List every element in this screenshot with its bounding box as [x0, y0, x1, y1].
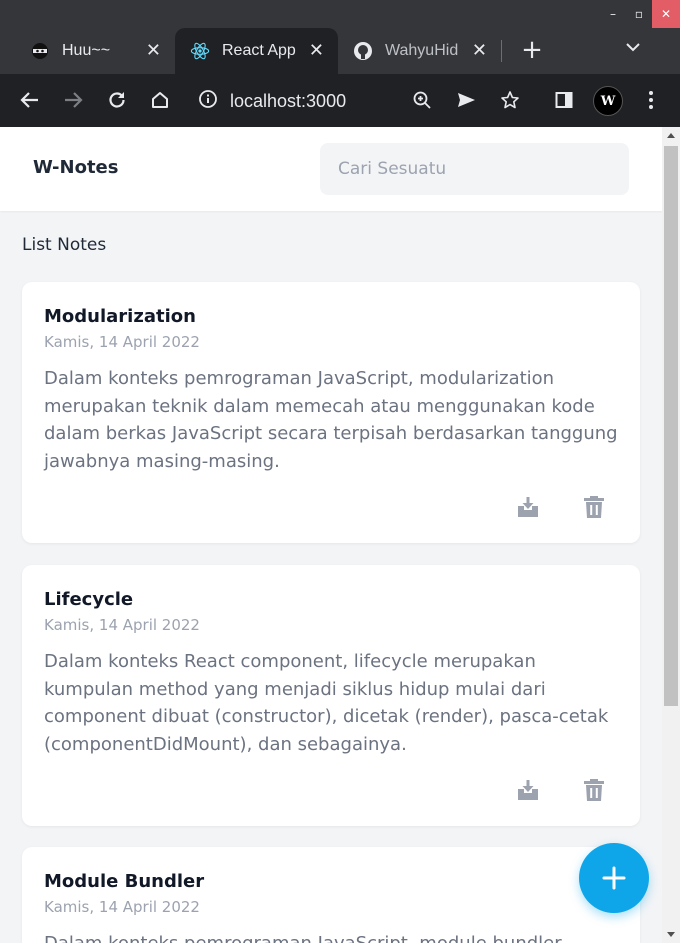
plus-icon	[602, 866, 626, 890]
send-icon[interactable]	[454, 88, 478, 112]
browser-titlebar: – ▫ ✕ Huu~~ ✕ React App ✕ WahyuHid ✕ + l…	[0, 0, 680, 127]
react-icon	[190, 41, 210, 61]
scroll-down-icon[interactable]	[667, 932, 675, 937]
note-card: Modularization Kamis, 14 April 2022 Dala…	[22, 282, 640, 543]
window-close-button[interactable]: ✕	[652, 0, 680, 28]
tab-close-icon[interactable]: ✕	[472, 40, 487, 61]
tab-title: Huu~~	[62, 42, 111, 59]
zoom-icon[interactable]	[410, 88, 434, 112]
home-icon[interactable]	[148, 88, 172, 112]
trash-icon[interactable]	[582, 778, 606, 802]
window-controls: – ▫ ✕	[600, 0, 680, 28]
tab-github[interactable]: WahyuHid ✕	[353, 28, 501, 74]
note-date: Kamis, 14 April 2022	[44, 898, 200, 916]
ninja-icon	[30, 41, 50, 61]
note-actions	[516, 495, 606, 519]
tab-strip: Huu~~ ✕ React App ✕ WahyuHid ✕ +	[0, 28, 680, 74]
note-card: Module Bundler Kamis, 14 April 2022 Dala…	[22, 847, 640, 943]
tab-react-app[interactable]: React App ✕	[175, 28, 338, 74]
reload-icon[interactable]	[105, 88, 129, 112]
scrollbar-thumb[interactable]	[664, 146, 678, 706]
bookmark-star-icon[interactable]	[498, 88, 522, 112]
note-title: Modularization	[44, 306, 196, 327]
note-actions	[516, 778, 606, 802]
restore-button[interactable]: ▫	[626, 0, 652, 28]
address-bar[interactable]: localhost:3000	[198, 82, 346, 120]
tab-close-icon[interactable]: ✕	[309, 40, 324, 61]
page-title: List Notes	[22, 235, 107, 255]
url-text: localhost:3000	[230, 90, 347, 111]
forward-arrow-icon[interactable]	[61, 88, 85, 112]
profile-avatar[interactable]: W	[593, 86, 623, 116]
tab-close-icon[interactable]: ✕	[146, 40, 161, 61]
search-input[interactable]	[320, 143, 629, 195]
note-body: Dalam konteks pemrograman JavaScript, mo…	[44, 930, 624, 943]
archive-download-icon[interactable]	[516, 495, 540, 519]
minimize-button[interactable]: –	[600, 0, 626, 28]
note-date: Kamis, 14 April 2022	[44, 333, 200, 351]
side-panel-icon[interactable]	[552, 88, 576, 112]
scroll-up-icon[interactable]	[667, 133, 675, 138]
note-title: Module Bundler	[44, 871, 205, 892]
note-title: Lifecycle	[44, 589, 134, 610]
site-info-icon[interactable]	[198, 89, 218, 113]
tab-search-chevron-icon[interactable]	[626, 40, 640, 56]
tab-title: React App	[222, 42, 296, 59]
back-arrow-icon[interactable]	[18, 88, 42, 112]
page-scrollbar[interactable]	[662, 127, 680, 943]
browser-toolbar: localhost:3000 W	[0, 74, 680, 127]
note-body: Dalam konteks pemrograman JavaScript, mo…	[44, 368, 618, 472]
trash-icon[interactable]	[582, 495, 606, 519]
tab-huu[interactable]: Huu~~ ✕	[30, 28, 175, 74]
more-menu-icon[interactable]	[639, 88, 663, 112]
note-date: Kamis, 14 April 2022	[44, 616, 200, 634]
page-viewport: W-Notes List Notes Modularization Kamis,…	[0, 127, 662, 943]
app-header: W-Notes	[0, 127, 662, 211]
note-body: Dalam konteks React component, lifecycle…	[44, 651, 609, 755]
archive-download-icon[interactable]	[516, 778, 540, 802]
new-tab-button[interactable]: +	[518, 36, 546, 64]
add-note-button[interactable]	[579, 843, 649, 913]
brand-logo[interactable]: W-Notes	[33, 157, 118, 178]
github-icon	[353, 41, 373, 61]
tab-divider	[501, 40, 502, 62]
tab-title: WahyuHid	[385, 42, 459, 59]
note-card: Lifecycle Kamis, 14 April 2022 Dalam kon…	[22, 565, 640, 826]
